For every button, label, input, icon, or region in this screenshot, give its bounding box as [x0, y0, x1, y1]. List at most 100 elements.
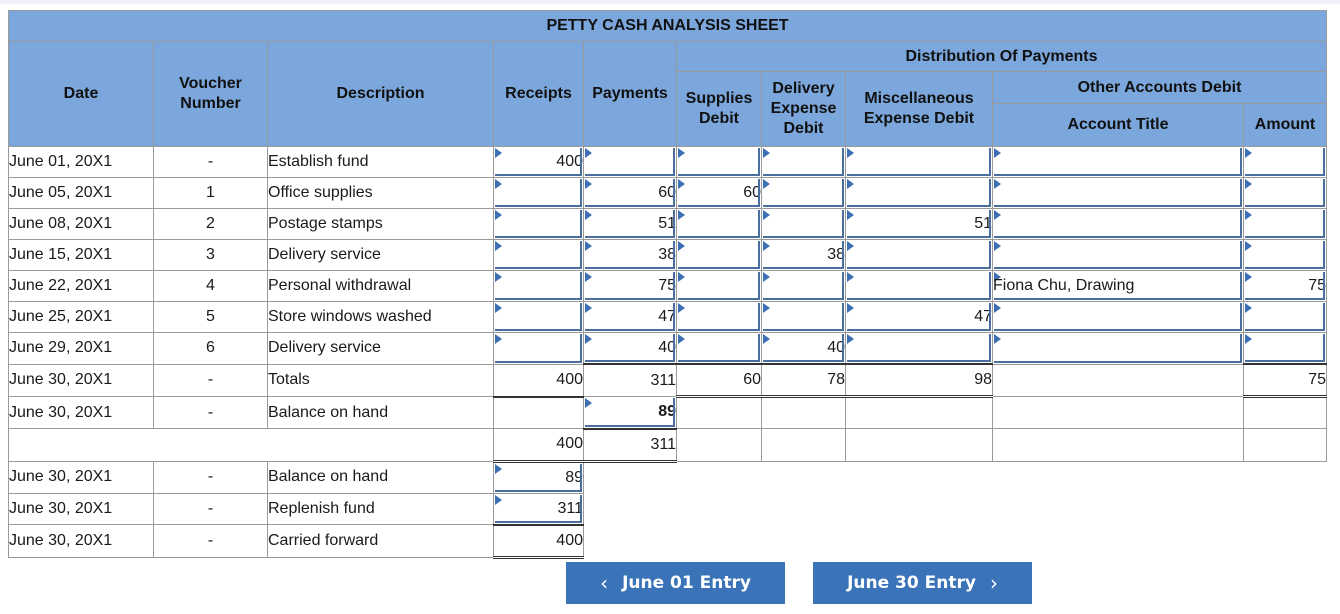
- date-cell: June 08, 20X1: [8, 208, 154, 240]
- delivery-input[interactable]: [761, 270, 846, 302]
- payments-input[interactable]: 47: [583, 301, 677, 333]
- amount-input[interactable]: 75: [1243, 270, 1327, 302]
- amount-input[interactable]: [1243, 301, 1327, 333]
- payments-input[interactable]: 60: [583, 177, 677, 209]
- next-entry-button[interactable]: June 30 Entry ›: [813, 562, 1032, 604]
- delivery-cell: [761, 428, 846, 462]
- table-row: June 29, 20X1 6 Delivery service 40 40: [8, 332, 1327, 365]
- receipts-input[interactable]: [493, 332, 584, 365]
- delivery-input[interactable]: [761, 146, 846, 178]
- totals-row: June 30, 20X1 - Totals 400 311 60 78 98 …: [8, 363, 1327, 398]
- receipts-input[interactable]: 311: [493, 492, 584, 526]
- account-title-input[interactable]: Fiona Chu, Drawing: [992, 270, 1244, 302]
- receipts-input[interactable]: [493, 270, 584, 302]
- voucher-cell: -: [153, 396, 268, 429]
- delivery-input[interactable]: [761, 208, 846, 240]
- receipts-value: 311: [557, 499, 583, 517]
- supplies-input[interactable]: [676, 270, 762, 302]
- misc-value: 51: [974, 215, 992, 232]
- supplies-input[interactable]: [676, 239, 762, 271]
- amount-input[interactable]: [1243, 146, 1327, 178]
- payments-value: 38: [658, 246, 676, 263]
- receipts-input[interactable]: 89: [493, 460, 584, 494]
- receipts-input[interactable]: [493, 239, 584, 271]
- delivery-value: 38: [827, 246, 845, 263]
- account-title-input[interactable]: [992, 146, 1244, 178]
- misc-input[interactable]: 47: [845, 301, 993, 333]
- top-divider: [0, 0, 1340, 4]
- supplies-input[interactable]: [676, 208, 762, 240]
- date-cell: June 01, 20X1: [8, 146, 154, 178]
- prev-entry-button[interactable]: ‹ June 01 Entry: [566, 562, 785, 604]
- misc-input[interactable]: [845, 332, 993, 365]
- delivery-input[interactable]: 40: [761, 332, 846, 365]
- description-cell: Establish fund: [267, 146, 494, 178]
- amount-input[interactable]: [1243, 239, 1327, 271]
- supplies-input[interactable]: [676, 301, 762, 333]
- header-payments: Payments: [583, 41, 677, 147]
- receipts-grand-total: 400: [493, 428, 584, 463]
- table-row: June 08, 20X1 2 Postage stamps 51 51: [8, 208, 1327, 240]
- misc-input[interactable]: 51: [845, 208, 993, 240]
- voucher-cell: 1: [153, 177, 268, 209]
- receipts-carried-forward: 400: [493, 524, 584, 559]
- account-title-input[interactable]: [992, 177, 1244, 209]
- amount-total: 75: [1243, 363, 1327, 398]
- payments-input[interactable]: [583, 146, 677, 178]
- supplies-cell: [676, 396, 762, 429]
- payments-grand-total: 311: [583, 428, 677, 463]
- misc-input[interactable]: [845, 270, 993, 302]
- delivery-input[interactable]: 38: [761, 239, 846, 271]
- table-row: June 30, 20X1 - Balance on hand 89: [8, 460, 1327, 494]
- description-cell: Balance on hand: [267, 396, 494, 429]
- misc-input[interactable]: [845, 239, 993, 271]
- supplies-input[interactable]: [676, 146, 762, 178]
- date-cell: June 05, 20X1: [8, 177, 154, 209]
- payments-total: 311: [583, 363, 677, 397]
- misc-input[interactable]: [845, 146, 993, 178]
- receipts-total: 400: [493, 363, 584, 398]
- amount-input[interactable]: [1243, 332, 1327, 365]
- date-cell: June 29, 20X1: [8, 332, 154, 365]
- chevron-left-icon: ‹: [600, 571, 609, 595]
- misc-cell: [845, 396, 993, 429]
- payments-value: 40: [658, 339, 676, 356]
- delivery-input[interactable]: [761, 301, 846, 333]
- misc-input[interactable]: [845, 177, 993, 209]
- header-delivery-expense-debit: Delivery Expense Debit: [761, 71, 846, 147]
- delivery-input[interactable]: [761, 177, 846, 209]
- receipts-input[interactable]: [493, 301, 584, 333]
- header-supplies-debit: Supplies Debit: [676, 71, 762, 147]
- receipts-input[interactable]: [493, 208, 584, 240]
- date-cell: June 22, 20X1: [8, 270, 154, 302]
- delivery-value: 40: [827, 339, 845, 356]
- payments-input[interactable]: 38: [583, 239, 677, 271]
- supplies-input[interactable]: [676, 332, 762, 365]
- payments-input[interactable]: 40: [583, 332, 677, 365]
- account-title-input[interactable]: [992, 301, 1244, 333]
- date-cell: June 30, 20X1: [8, 363, 154, 397]
- amount-input[interactable]: [1243, 177, 1327, 209]
- receipts-value: 400: [556, 153, 583, 170]
- balance-payments-input[interactable]: 89: [583, 396, 677, 430]
- amount-cell: [1243, 428, 1327, 462]
- table-row: June 22, 20X1 4 Personal withdrawal 75 F…: [8, 270, 1327, 302]
- account-title-input[interactable]: [992, 208, 1244, 240]
- receipts-cell: [493, 396, 584, 429]
- voucher-cell: -: [153, 492, 268, 525]
- table-row: June 15, 20X1 3 Delivery service 38 38: [8, 239, 1327, 271]
- payments-input[interactable]: 75: [583, 270, 677, 302]
- description-cell: Store windows washed: [267, 301, 494, 333]
- receipts-input[interactable]: [493, 177, 584, 209]
- payments-value: 75: [658, 277, 676, 294]
- receipts-input[interactable]: 400: [493, 146, 584, 178]
- account-title-input[interactable]: [992, 332, 1244, 365]
- amount-input[interactable]: [1243, 208, 1327, 240]
- sheet-title: PETTY CASH ANALYSIS SHEET: [8, 10, 1327, 42]
- payments-input[interactable]: 51: [583, 208, 677, 240]
- supplies-input[interactable]: 60: [676, 177, 762, 209]
- payments-value: 47: [658, 308, 676, 325]
- voucher-cell: 4: [153, 270, 268, 302]
- account-title-input[interactable]: [992, 239, 1244, 271]
- table-row: June 30, 20X1 - Replenish fund 311: [8, 492, 1327, 526]
